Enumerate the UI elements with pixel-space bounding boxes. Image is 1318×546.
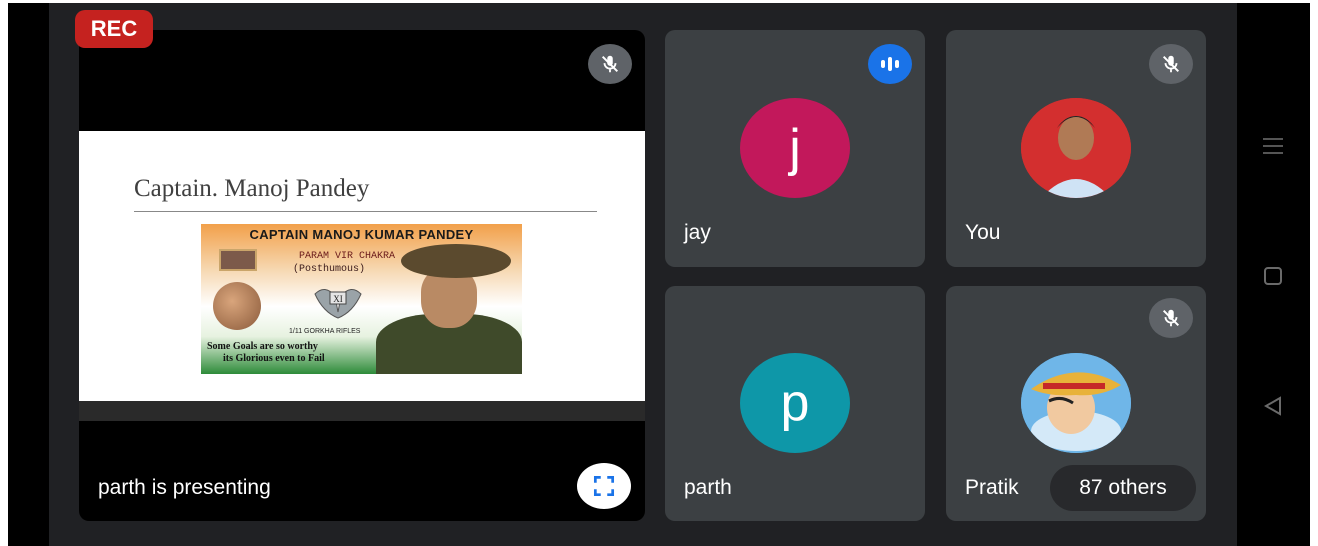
- mic-off-icon: [1149, 44, 1193, 84]
- slide-title: Captain. Manoj Pandey: [134, 175, 370, 202]
- medal-image: [213, 282, 261, 330]
- participant-name: parth: [684, 476, 732, 499]
- fullscreen-button[interactable]: [577, 463, 631, 509]
- poster-heading: CAPTAIN MANOJ KUMAR PANDEY: [249, 227, 474, 242]
- slide-poster-image: XI CAPTAIN MANOJ KUMAR PANDEY PARAM VIR …: [201, 224, 522, 374]
- speaking-icon: [868, 44, 912, 84]
- anime-avatar-icon: [1021, 353, 1131, 453]
- poster-quote-line1: Some Goals are so worthy: [207, 341, 318, 352]
- poster-unit: 1/11 GORKHA RIFLES: [289, 328, 361, 335]
- medal-ribbon: [219, 249, 257, 271]
- participant-name: You: [965, 221, 1001, 244]
- participant-tile-you[interactable]: You: [946, 30, 1206, 267]
- participant-name: jay: [684, 221, 711, 244]
- avatar-you: [1021, 98, 1131, 198]
- presenting-label: parth is presenting: [98, 476, 271, 499]
- others-count-button[interactable]: 87 others: [1050, 465, 1196, 511]
- presenter-mic-off-icon: [588, 44, 632, 84]
- poster-award: PARAM VIR CHAKRA: [299, 251, 396, 262]
- emblem-text: XI: [333, 294, 343, 304]
- profile-photo-icon: [1021, 98, 1131, 198]
- poster-award-note: (Posthumous): [293, 264, 366, 275]
- presentation-slide: Captain. Manoj Pandey XI CAPTAIN MANOJ K…: [79, 131, 645, 401]
- menu-icon[interactable]: [1262, 135, 1284, 157]
- participant-name: Pratik: [965, 476, 1019, 499]
- soldier-hat: [401, 244, 511, 278]
- fullscreen-icon: [593, 475, 615, 497]
- avatar-parth: p: [740, 353, 850, 453]
- regiment-emblem-icon: XI: [314, 289, 362, 319]
- participant-tile-jay[interactable]: j jay: [665, 30, 925, 267]
- recording-badge: REC: [75, 10, 153, 48]
- participant-tile-parth[interactable]: p parth: [665, 286, 925, 521]
- slide-bottom-strip: [79, 401, 645, 421]
- poster-quote-line2: its Glorious even to Fail: [223, 353, 325, 364]
- screen: REC Captain. Manoj Pandey XI CAPTAIN MAN…: [0, 0, 1318, 546]
- back-triangle-icon[interactable]: [1262, 395, 1284, 417]
- mic-off-icon: [1149, 298, 1193, 338]
- slide-divider: [134, 211, 597, 212]
- avatar-pratik: [1021, 353, 1131, 453]
- avatar-jay: j: [740, 98, 850, 198]
- square-icon[interactable]: [1263, 266, 1283, 286]
